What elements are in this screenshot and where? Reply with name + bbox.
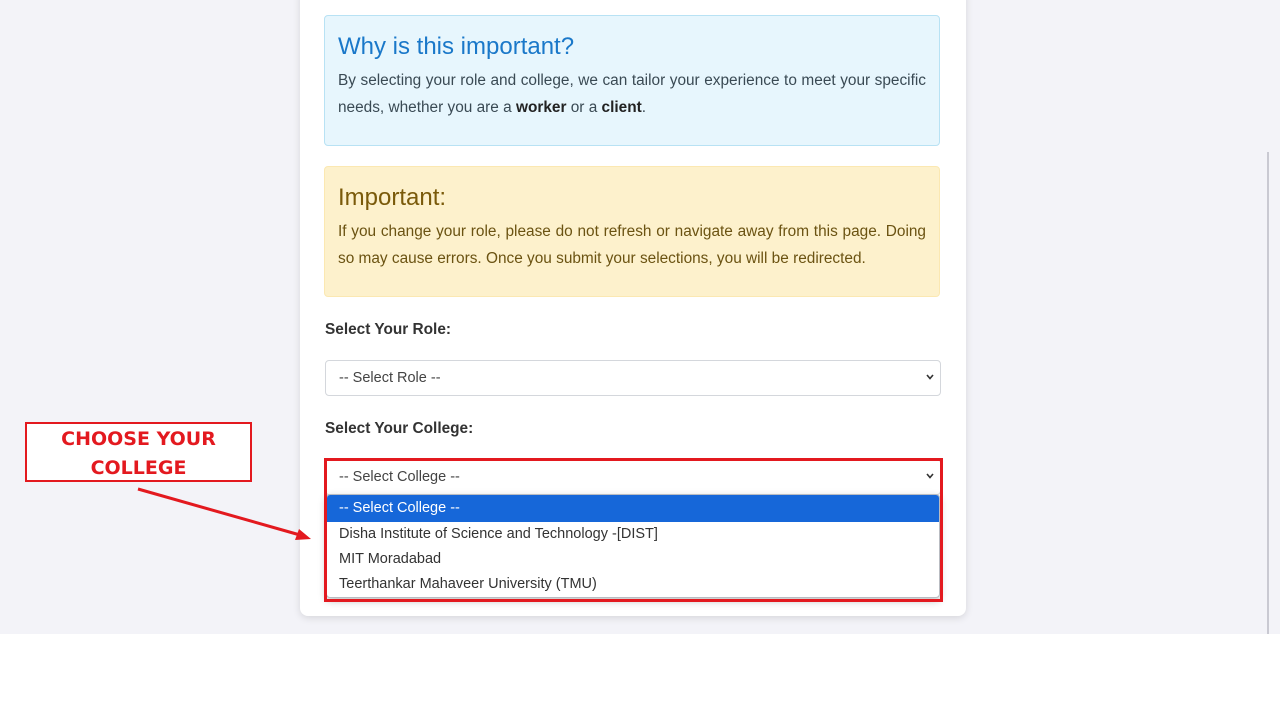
info-alert-connector: or a [566,99,602,116]
worker-keyword: worker [515,99,567,116]
info-alert-body: By selecting your role and college, we c… [338,67,926,121]
role-label: Select Your Role: [325,321,452,338]
warning-alert-title: Important: [338,184,447,211]
chevron-down-icon [926,473,934,479]
role-select-value: -- Select Role -- [339,370,441,386]
college-select-value: -- Select College -- [339,469,460,485]
college-option-dist[interactable]: Disha Institute of Science and Technolog… [327,522,939,547]
info-alert-title: Why is this important? [338,33,575,60]
annotation-callout: CHOOSE YOUR COLLEGE [25,422,252,482]
info-alert: Why is this important? By selecting your… [324,15,940,146]
warning-alert: Important: If you change your role, plea… [324,166,940,297]
college-label: Select Your College: [325,420,474,437]
client-keyword: client [601,99,642,116]
college-option-tmu[interactable]: Teerthankar Mahaveer University (TMU) [327,572,939,597]
college-dropdown-list: -- Select College -- Disha Institute of … [326,494,940,598]
college-select[interactable]: -- Select College -- [325,459,941,495]
warning-alert-body: If you change your role, please do not r… [338,223,926,267]
chevron-down-icon [926,374,934,380]
annotation-arrow-icon [137,487,311,540]
role-select[interactable]: -- Select Role -- [325,360,941,396]
annotation-line-2: COLLEGE [90,457,187,479]
annotation-line-1: CHOOSE YOUR [61,428,216,450]
college-option-placeholder[interactable]: -- Select College -- [327,495,939,522]
scrollbar[interactable] [1267,152,1269,634]
info-alert-period: . [641,99,647,116]
college-option-mit[interactable]: MIT Moradabad [327,547,939,572]
